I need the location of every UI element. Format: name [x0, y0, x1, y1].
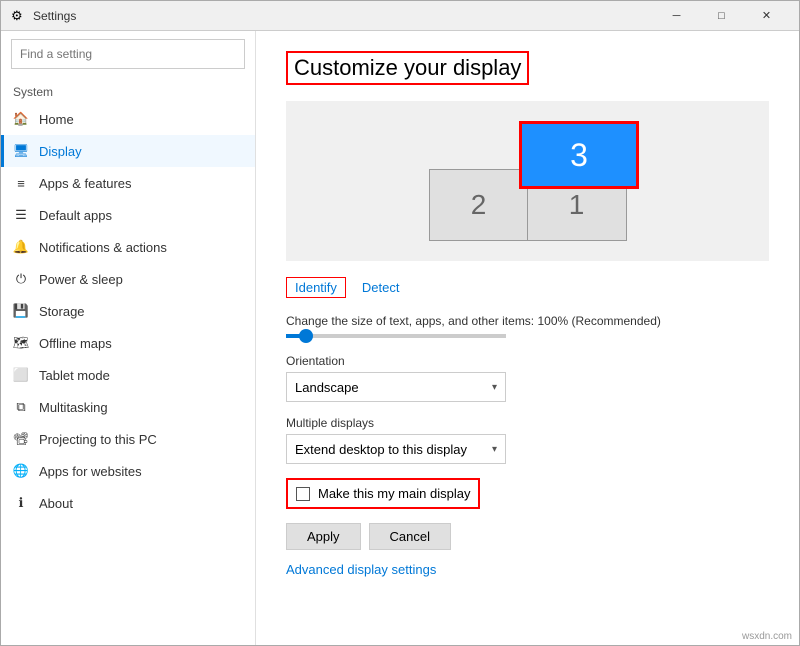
sidebar-item-storage[interactable]: 💾 Storage	[1, 295, 255, 327]
sidebar-label-display: Display	[39, 144, 82, 159]
minimize-button[interactable]: ─	[654, 1, 699, 31]
advanced-display-link[interactable]: Advanced display settings	[286, 562, 436, 577]
sidebar: System 🏠 Home 🖥 Display ≡ Apps & feature…	[1, 31, 256, 645]
websites-icon: 🌐	[13, 463, 29, 479]
make-main-label: Make this my main display	[318, 486, 470, 501]
multitasking-icon: ⧉	[13, 399, 29, 415]
sidebar-label-apps-features: Apps & features	[39, 176, 132, 191]
display-preview: 3 2 1	[286, 101, 769, 261]
sidebar-label-home: Home	[39, 112, 74, 127]
sidebar-label-projecting: Projecting to this PC	[39, 432, 157, 447]
sidebar-item-apps-features[interactable]: ≡ Apps & features	[1, 167, 255, 199]
titlebar-title: Settings	[33, 9, 654, 23]
sidebar-item-notifications[interactable]: 🔔 Notifications & actions	[1, 231, 255, 263]
sidebar-label-websites: Apps for websites	[39, 464, 142, 479]
page-title: Customize your display	[286, 51, 529, 85]
chevron-down-icon: ▾	[492, 382, 497, 393]
scale-label: Change the size of text, apps, and other…	[286, 314, 769, 328]
sidebar-label-about: About	[39, 496, 73, 511]
window-controls: ─ □ ✕	[654, 1, 789, 31]
sidebar-label-maps: Offline maps	[39, 336, 112, 351]
default-apps-icon: ☰	[13, 207, 29, 223]
apps-features-icon: ≡	[13, 175, 29, 191]
multiple-displays-value: Extend desktop to this display	[295, 442, 467, 457]
sidebar-label-tablet: Tablet mode	[39, 368, 110, 383]
monitor-1-label: 1	[569, 189, 585, 221]
power-icon: ⏻	[13, 271, 29, 287]
system-label: System	[1, 77, 255, 103]
search-container	[1, 31, 255, 77]
titlebar: ⚙ Settings ─ □ ✕	[1, 1, 799, 31]
display-icon: 🖥	[13, 143, 29, 159]
main-content: System 🏠 Home 🖥 Display ≡ Apps & feature…	[1, 31, 799, 645]
cancel-button[interactable]: Cancel	[369, 523, 451, 550]
multiple-displays-dropdown[interactable]: Extend desktop to this display ▾	[286, 434, 506, 464]
settings-window: ⚙ Settings ─ □ ✕ System 🏠 Home 🖥 Display…	[0, 0, 800, 646]
sidebar-item-display[interactable]: 🖥 Display	[1, 135, 255, 167]
storage-icon: 💾	[13, 303, 29, 319]
sidebar-item-apps-websites[interactable]: 🌐 Apps for websites	[1, 455, 255, 487]
apply-button[interactable]: Apply	[286, 523, 361, 550]
detect-link[interactable]: Detect	[362, 280, 400, 295]
action-buttons: Apply Cancel	[286, 523, 769, 550]
scale-container: Change the size of text, apps, and other…	[286, 314, 769, 338]
scale-slider-thumb[interactable]	[299, 329, 313, 343]
identify-button[interactable]: Identify	[286, 277, 346, 298]
chevron-down-icon-2: ▾	[492, 444, 497, 455]
orientation-dropdown[interactable]: Landscape ▾	[286, 372, 506, 402]
orientation-value: Landscape	[295, 380, 359, 395]
scale-slider-track	[286, 334, 506, 338]
close-button[interactable]: ✕	[744, 1, 789, 31]
sidebar-item-power-sleep[interactable]: ⏻ Power & sleep	[1, 263, 255, 295]
about-icon: ℹ	[13, 495, 29, 511]
make-main-row[interactable]: Make this my main display	[286, 478, 480, 509]
maps-icon: 🗺	[13, 335, 29, 351]
sidebar-item-tablet-mode[interactable]: ⬜ Tablet mode	[1, 359, 255, 391]
projecting-icon: 📽	[13, 431, 29, 447]
sidebar-label-multitasking: Multitasking	[39, 400, 108, 415]
sidebar-item-default-apps[interactable]: ☰ Default apps	[1, 199, 255, 231]
sidebar-item-about[interactable]: ℹ About	[1, 487, 255, 519]
sidebar-label-default-apps: Default apps	[39, 208, 112, 223]
multiple-displays-label: Multiple displays	[286, 416, 769, 430]
monitor-2[interactable]: 2	[429, 169, 529, 241]
monitor-3[interactable]: 3	[519, 121, 639, 189]
tablet-icon: ⬜	[13, 367, 29, 383]
orientation-label: Orientation	[286, 354, 769, 368]
monitor-3-label: 3	[570, 137, 588, 174]
settings-main: Customize your display 3 2 1 Identify De…	[256, 31, 799, 645]
watermark: wsxdn.com	[742, 631, 792, 642]
home-icon: 🏠	[13, 111, 29, 127]
sidebar-label-notifications: Notifications & actions	[39, 240, 167, 255]
sidebar-item-offline-maps[interactable]: 🗺 Offline maps	[1, 327, 255, 359]
settings-icon: ⚙	[11, 8, 27, 24]
sidebar-label-power: Power & sleep	[39, 272, 123, 287]
search-input[interactable]	[11, 39, 245, 69]
sidebar-item-home[interactable]: 🏠 Home	[1, 103, 255, 135]
make-main-checkbox[interactable]	[296, 487, 310, 501]
sidebar-item-multitasking[interactable]: ⧉ Multitasking	[1, 391, 255, 423]
multiple-displays-group: Multiple displays Extend desktop to this…	[286, 416, 769, 464]
sidebar-item-projecting[interactable]: 📽 Projecting to this PC	[1, 423, 255, 455]
notifications-icon: 🔔	[13, 239, 29, 255]
orientation-group: Orientation Landscape ▾	[286, 354, 769, 402]
monitor-2-label: 2	[471, 189, 487, 221]
identify-detect-row: Identify Detect	[286, 277, 769, 298]
sidebar-label-storage: Storage	[39, 304, 85, 319]
maximize-button[interactable]: □	[699, 1, 744, 31]
